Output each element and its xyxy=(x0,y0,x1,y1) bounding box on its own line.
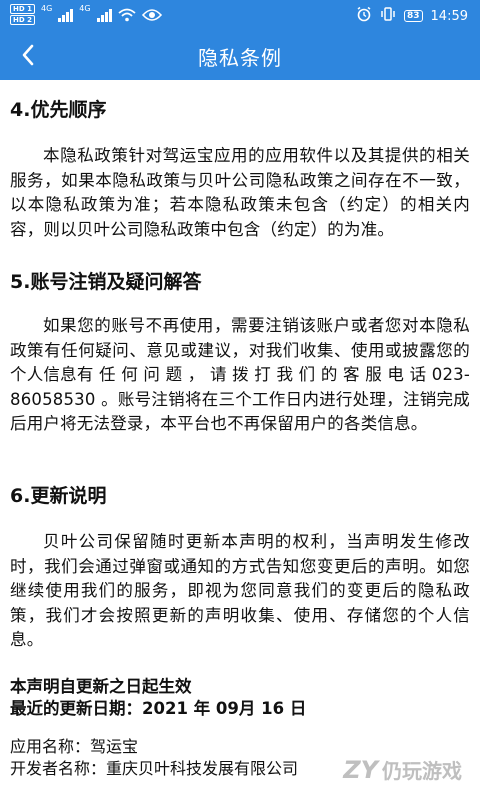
effective-date-block: 本声明自更新之日起生效 最近的更新日期：2021 年 09月 16 日 xyxy=(10,676,470,720)
status-bar: HD 1 HD 2 4G 4G 83 14:59 xyxy=(0,0,480,30)
sim-indicators: HD 1 HD 2 xyxy=(10,4,35,25)
section-heading: 5.账号注销及疑问解答 xyxy=(10,271,202,293)
effective-statement: 本声明自更新之日起生效 xyxy=(10,677,192,696)
network-type-1: 4G xyxy=(40,4,53,13)
eye-icon xyxy=(141,8,162,22)
page-title: 隐私条例 xyxy=(198,46,282,70)
network-type-2: 4G xyxy=(79,4,91,13)
clock: 14:59 xyxy=(430,8,468,24)
watermark-text: 仍玩游戏 xyxy=(382,759,462,783)
wifi-icon xyxy=(117,8,136,22)
vibrate-icon xyxy=(380,7,396,25)
sim1-badge: HD 1 xyxy=(10,4,35,14)
battery-indicator: 83 xyxy=(404,10,423,22)
alarm-icon xyxy=(356,6,372,26)
watermark-logo: ZY xyxy=(343,755,378,784)
last-updated-date: 最近的更新日期：2021 年 09月 16 日 xyxy=(10,699,307,718)
section-heading: 4.优先顺序 xyxy=(10,99,107,121)
title-bar: 隐私条例 xyxy=(0,30,480,80)
status-right: 83 14:59 xyxy=(356,6,468,26)
section-heading: 6.更新说明 xyxy=(10,485,107,507)
watermark: ZY 仍玩游戏 xyxy=(343,755,462,784)
section-body: 贝叶公司保留随时更新本声明的权利，当声明发生修改时，我们会通过弹窗或通知的方式告… xyxy=(10,532,470,649)
sim2-badge: HD 2 xyxy=(10,15,35,25)
signal-strength-2-icon xyxy=(96,8,112,22)
section-body: 如果您的账号不再使用，需要注销该账户或者您对本隐私政策有任何疑问、意见或建议，对… xyxy=(10,316,470,433)
section-body: 本隐私政策针对驾运宝应用的应用软件以及其提供的相关服务，如果本隐私政策与贝叶公司… xyxy=(10,146,470,239)
status-left: HD 1 HD 2 4G 4G xyxy=(10,4,162,25)
signal-strength-1-icon xyxy=(58,8,74,22)
